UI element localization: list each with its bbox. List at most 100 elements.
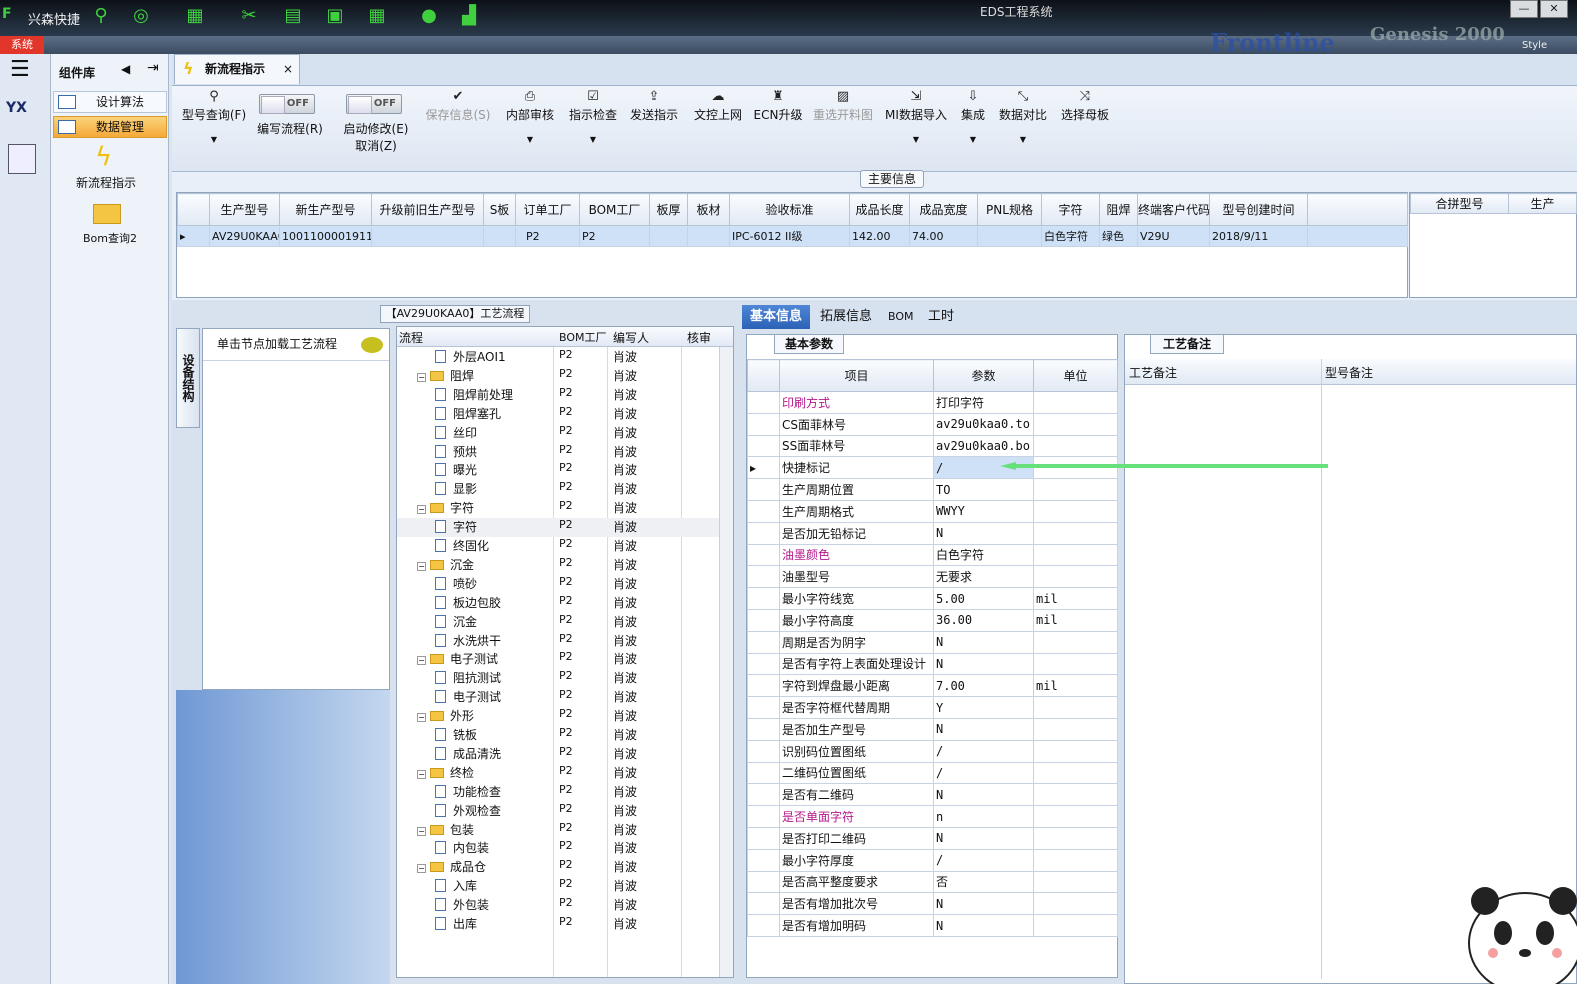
param-row[interactable]: 字符到焊盘最小距离 7.00 mil bbox=[747, 674, 1118, 698]
param-value[interactable]: TO bbox=[933, 478, 1034, 501]
param-value[interactable]: N bbox=[933, 521, 1034, 545]
shortcut-bom-query[interactable]: Bom查询2 bbox=[83, 230, 137, 246]
col-header[interactable]: 工艺备注 bbox=[1129, 364, 1177, 381]
data-compare-button[interactable]: ⤡ 数据对比 ▼ bbox=[996, 86, 1050, 172]
param-value[interactable]: 否 bbox=[933, 870, 1034, 894]
param-row[interactable]: 是否单面字符 n bbox=[747, 805, 1118, 828]
param-row[interactable]: 最小字符线宽 5.00 mil bbox=[747, 587, 1118, 610]
col-header[interactable]: 板材 bbox=[687, 193, 730, 226]
cell[interactable] bbox=[649, 225, 688, 247]
param-value[interactable]: / bbox=[933, 848, 1034, 872]
tree-node-label[interactable]: − 阻焊 bbox=[417, 367, 474, 384]
param-row[interactable]: 最小字符厚度 / bbox=[747, 848, 1118, 872]
calculator-icon[interactable] bbox=[8, 144, 36, 174]
process-notes-input[interactable] bbox=[1127, 387, 1317, 977]
tree-row[interactable]: 喷砂 P2 肖波 bbox=[397, 575, 719, 594]
tree-row[interactable]: 出库 P2 肖波 bbox=[397, 915, 719, 934]
tree-node-label[interactable]: 阻焊前处理 bbox=[435, 386, 513, 403]
param-value[interactable]: 无要求 bbox=[933, 565, 1034, 589]
tree-node-label[interactable]: − 沉金 bbox=[417, 556, 474, 573]
tab-basic-params[interactable]: 基本参数 bbox=[774, 334, 844, 354]
cell[interactable]: 白色字符 bbox=[1041, 225, 1100, 247]
param-value[interactable]: n bbox=[933, 805, 1034, 828]
tree-row[interactable]: − 终检 P2 肖波 bbox=[397, 764, 719, 783]
col-header[interactable]: 单位 bbox=[1033, 359, 1118, 392]
tree-row[interactable]: 板边包胶 P2 肖波 bbox=[397, 594, 719, 613]
system-menu-button[interactable]: 系统 bbox=[0, 36, 44, 54]
tree-node-label[interactable]: 板边包胶 bbox=[435, 594, 501, 611]
param-value[interactable]: av29u0kaa0.bo bbox=[933, 434, 1034, 458]
close-button[interactable]: ✕ bbox=[1540, 0, 1568, 18]
tree-node-label[interactable]: 曝光 bbox=[435, 461, 477, 478]
tree-node-label[interactable]: 外层AOI1 bbox=[435, 348, 506, 365]
tree-row[interactable]: − 沉金 P2 肖波 bbox=[397, 556, 719, 575]
col-header[interactable]: PNL规格 bbox=[977, 193, 1042, 226]
param-value[interactable]: 7.00 bbox=[933, 674, 1034, 698]
param-value[interactable]: 打印字符 bbox=[933, 391, 1034, 414]
ecn-upgrade-button[interactable]: ♜ ECN升级 bbox=[752, 86, 804, 172]
tree-row[interactable]: 字符 P2 肖波 bbox=[397, 518, 719, 537]
tab-new-flow[interactable]: ϟ 新流程指示 × bbox=[174, 54, 300, 84]
cell[interactable]: V29U bbox=[1137, 225, 1210, 247]
hamburger-icon[interactable]: ☰ bbox=[10, 59, 30, 81]
tree-row[interactable]: 沉金 P2 肖波 bbox=[397, 613, 719, 632]
param-row[interactable]: 油墨型号 无要求 bbox=[747, 565, 1118, 589]
lib-item-data-management[interactable]: 数据管理 bbox=[53, 116, 167, 138]
tree-row[interactable]: 终固化 P2 肖波 bbox=[397, 537, 719, 556]
col-header[interactable]: 升级前旧生产型号 bbox=[371, 193, 484, 226]
param-row[interactable]: 是否有字符上表面处理设计 N bbox=[747, 652, 1118, 676]
tab-basic-info[interactable]: 基本信息 bbox=[742, 305, 811, 329]
main-info-grid[interactable]: 生产型号 新生产型号 升级前旧生产型号 S板 订单工厂 BOM工厂 板厚 板材 … bbox=[176, 192, 1408, 298]
tree-row[interactable]: 入库 P2 肖波 bbox=[397, 877, 719, 896]
param-row[interactable]: 印刷方式 打印字符 bbox=[747, 391, 1118, 414]
tree-node-label[interactable]: 铣板 bbox=[435, 726, 477, 743]
start-edit-toggle[interactable]: OFF bbox=[346, 94, 402, 114]
col-header[interactable]: 合拼型号 bbox=[1410, 193, 1509, 214]
col-header[interactable]: 型号创建时间 bbox=[1209, 193, 1308, 226]
col-header[interactable]: 订单工厂 bbox=[515, 193, 580, 226]
tree-node-label[interactable]: 阻抗测试 bbox=[435, 669, 501, 686]
tree-node-label[interactable]: 水洗烘干 bbox=[435, 632, 501, 649]
col-header[interactable]: 验收标准 bbox=[729, 193, 850, 226]
tree-row[interactable]: 水洗烘干 P2 肖波 bbox=[397, 632, 719, 651]
cell[interactable] bbox=[483, 225, 516, 247]
select-motherboard-button[interactable]: ⤨ 选择母板 bbox=[1058, 86, 1112, 172]
col-header[interactable]: 型号备注 bbox=[1325, 364, 1373, 381]
col-header[interactable]: 终端客户代码 bbox=[1137, 193, 1210, 226]
cell[interactable]: 2018/9/11 bbox=[1209, 225, 1308, 247]
tree-node-label[interactable]: 出库 bbox=[435, 915, 477, 932]
param-row[interactable]: 是否打印二维码 N bbox=[747, 826, 1118, 850]
cell[interactable]: AV29U0KAA0 bbox=[209, 225, 280, 247]
collapse-icon[interactable]: − bbox=[417, 656, 426, 666]
tree-row[interactable]: − 包装 P2 肖波 bbox=[397, 821, 719, 840]
close-icon[interactable]: × bbox=[283, 55, 293, 83]
tree-row[interactable]: 曝光 P2 肖波 bbox=[397, 461, 719, 480]
tree-node-label[interactable]: 显影 bbox=[435, 480, 477, 497]
col-header[interactable]: 字符 bbox=[1041, 193, 1100, 226]
param-row[interactable]: 生产周期位置 TO bbox=[747, 478, 1118, 501]
col-header[interactable]: 新生产型号 bbox=[279, 193, 372, 226]
tab-work-hours[interactable]: 工时 bbox=[920, 305, 962, 329]
minimize-button[interactable]: — bbox=[1510, 0, 1538, 18]
tree-node-label[interactable]: 阻焊塞孔 bbox=[435, 405, 501, 422]
tree-row[interactable]: 预烘 P2 肖波 bbox=[397, 443, 719, 462]
tree-row[interactable]: − 字符 P2 肖波 bbox=[397, 499, 719, 518]
lib-item-design-algorithm[interactable]: 设计算法 bbox=[53, 91, 167, 113]
col-header[interactable]: 成品长度 bbox=[849, 193, 910, 226]
model-query-button[interactable]: ⚲ 型号查询(F) ▼ bbox=[178, 86, 250, 172]
tree-row[interactable]: 成品清洗 P2 肖波 bbox=[397, 745, 719, 764]
cell[interactable] bbox=[687, 225, 730, 247]
film-icon[interactable]: ▤ bbox=[282, 5, 304, 27]
grid-icon[interactable]: ▦ bbox=[184, 5, 206, 27]
tree-node-label[interactable]: 入库 bbox=[435, 877, 477, 894]
collapse-icon[interactable]: − bbox=[417, 561, 426, 571]
collapse-icon[interactable]: − bbox=[417, 713, 426, 723]
tree-row[interactable]: − 成品仓 P2 肖波 bbox=[397, 858, 719, 877]
pin-icon[interactable]: ⇥ bbox=[147, 60, 159, 76]
folder-icon[interactable] bbox=[93, 204, 121, 224]
tree-node-label[interactable]: 喷砂 bbox=[435, 575, 477, 592]
tree-row[interactable]: 显影 P2 肖波 bbox=[397, 480, 719, 499]
tab-process-notes[interactable]: 工艺备注 bbox=[1150, 334, 1224, 354]
param-row[interactable]: 油墨颜色 白色字符 bbox=[747, 543, 1118, 567]
style-menu[interactable]: Style bbox=[1522, 40, 1547, 51]
